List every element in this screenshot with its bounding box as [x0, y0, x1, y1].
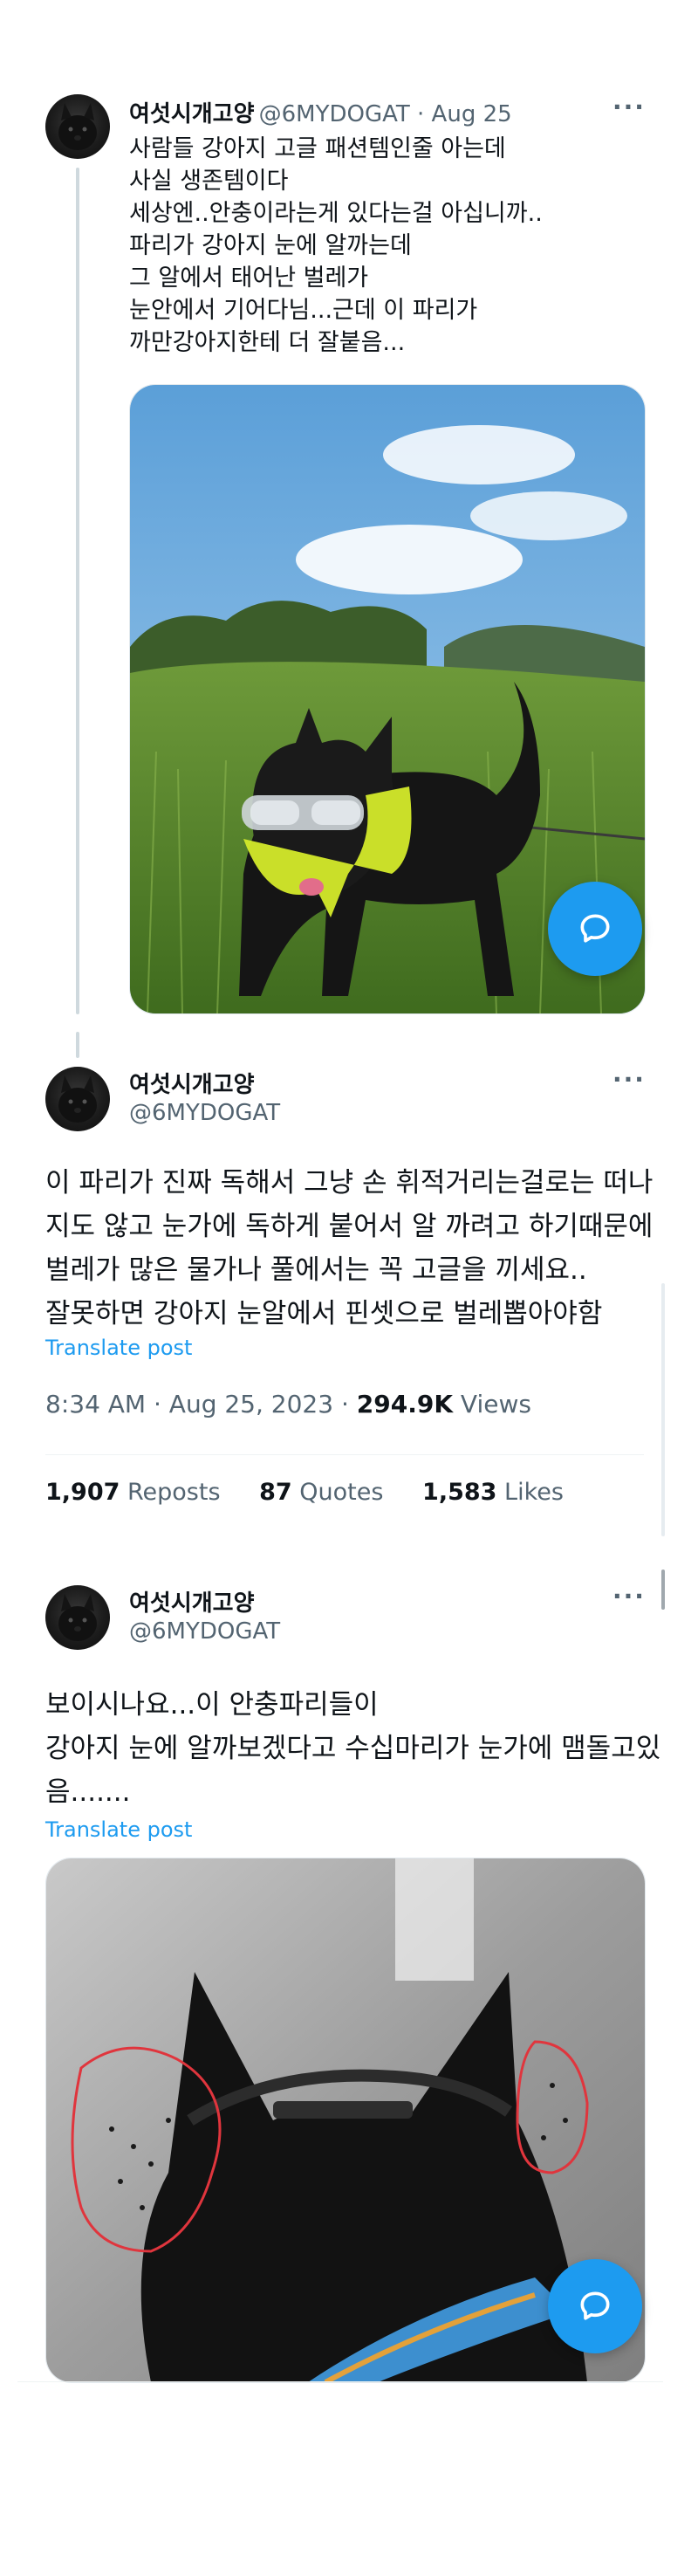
scrollbar-thumb[interactable] [661, 1283, 665, 1536]
avatar[interactable] [45, 94, 110, 159]
views-label: Views [453, 1390, 531, 1419]
likes-stat[interactable]: 1,583 Likes [422, 1479, 564, 1506]
more-options-button[interactable]: ··· [612, 93, 646, 121]
thread-line [76, 168, 79, 1014]
reposts-label: Reposts [120, 1479, 221, 1506]
quotes-stat[interactable]: 87 Quotes [259, 1479, 383, 1506]
quotes-label: Quotes [291, 1479, 384, 1506]
translate-post-link[interactable]: Translate post [45, 1336, 192, 1360]
reply-button[interactable] [548, 2259, 642, 2353]
tweet-text: 이 파리가 진짜 독해서 그냥 손 휘적거리는걸로는 떠나 지도 않고 눈가에 … [45, 1167, 654, 1329]
avatar[interactable] [45, 1067, 110, 1131]
handle-date[interactable]: @6MYDOGAT · Aug 25 [259, 101, 512, 127]
reposts-stat[interactable]: 1,907 Reposts [45, 1479, 221, 1506]
views-count: 294.9K [356, 1390, 454, 1419]
display-name[interactable]: 여섯시개고양 [129, 1585, 255, 1618]
tweet-text: 보이시나요...이 안충파리들이 강아지 눈에 알까보겠다고 수십마리가 눈가에… [45, 1689, 661, 1808]
divider [17, 2381, 663, 2382]
divider [45, 1454, 644, 1455]
scrollbar-thumb[interactable] [661, 1570, 665, 1610]
reposts-count: 1,907 [45, 1479, 120, 1506]
handle[interactable]: @6MYDOGAT [129, 1618, 280, 1645]
timestamp[interactable]: 8:34 AM · Aug 25, 2023 · [45, 1390, 357, 1419]
display-name[interactable]: 여섯시개고양 [129, 1067, 255, 1099]
reply-bubble-icon [580, 2291, 610, 2320]
display-name[interactable]: 여섯시개고양 [129, 101, 255, 127]
avatar[interactable] [45, 1585, 110, 1650]
reply-button[interactable] [548, 882, 642, 976]
reply-bubble-icon [580, 914, 610, 943]
likes-count: 1,583 [422, 1479, 497, 1506]
stats-row: 1,907 Reposts 87 Quotes 1,583 Likes [45, 1479, 564, 1506]
quotes-count: 87 [259, 1479, 292, 1506]
more-options-button[interactable]: ··· [612, 1582, 646, 1611]
tweet-text: 사람들 강아지 고글 패션템인줄 아는데 사실 생존템이다 세상엔..안충이라는… [129, 135, 543, 356]
likes-label: Likes [496, 1479, 564, 1506]
handle[interactable]: @6MYDOGAT [129, 1100, 280, 1126]
post-meta: 8:34 AM · Aug 25, 2023 · 294.9K Views [45, 1390, 531, 1419]
thread-line [76, 1032, 79, 1058]
more-options-button[interactable]: ··· [612, 1065, 646, 1094]
translate-post-link[interactable]: Translate post [45, 1817, 192, 1842]
